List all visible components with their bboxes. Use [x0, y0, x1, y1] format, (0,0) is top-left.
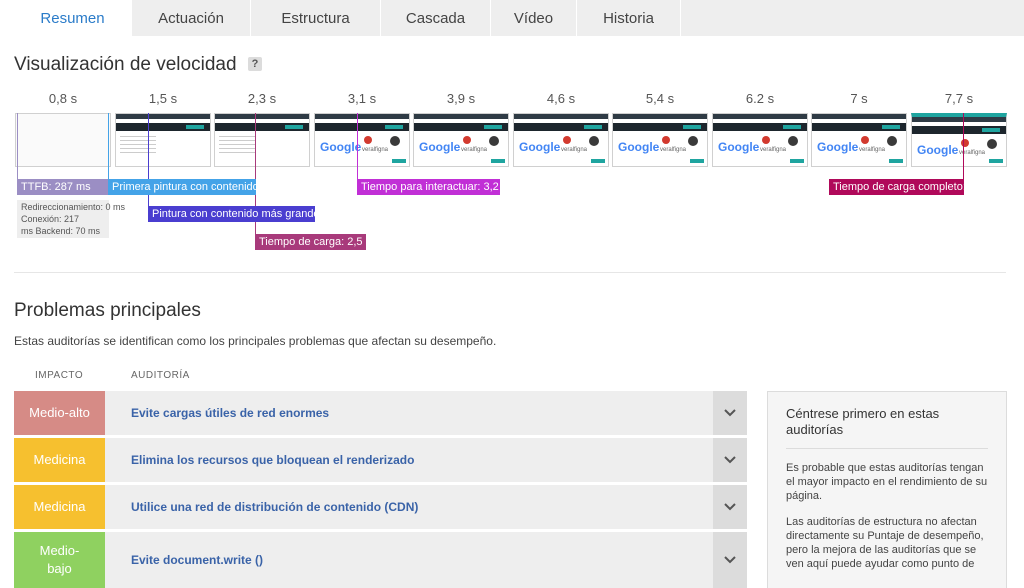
- frame-site-text: veralfigna: [561, 147, 588, 153]
- filmstrip-frame[interactable]: [15, 113, 111, 167]
- largest-paint-label: Pintura con contenido más grande: 1,9 s: [148, 206, 315, 222]
- tab-actuacion[interactable]: Actuación: [132, 0, 251, 36]
- impact-column-header: IMPACTO: [35, 370, 84, 381]
- interactive-label: Tiempo para interactuar: 3,2 s: [357, 179, 500, 195]
- speed-visualization-title: Visualización de velocidad: [14, 54, 237, 75]
- first-paint-marker-line: [108, 113, 109, 179]
- frame-google-text: Google: [817, 140, 859, 154]
- tab-estructura[interactable]: Estructura: [251, 0, 381, 36]
- tab-historia[interactable]: Historia: [577, 0, 681, 36]
- audit-row[interactable]: Medicina Elimina los recursos que bloque…: [14, 438, 747, 482]
- interactive-marker-line: [357, 113, 358, 179]
- frame-google-text: Google: [917, 143, 959, 157]
- wordpress-icon: [887, 136, 897, 146]
- section-divider: [14, 272, 1006, 273]
- audit-title[interactable]: Utilice una red de distribución de conte…: [105, 500, 713, 514]
- ttfb-marker-line: [17, 113, 18, 179]
- chevron-down-icon: [724, 456, 736, 464]
- timeline-time-label: 3,1 s: [347, 91, 377, 106]
- filmstrip-frame[interactable]: Google veralfigna: [513, 113, 609, 167]
- audit-row[interactable]: Medicina Utilice una red de distribución…: [14, 485, 747, 529]
- ttfb-details: Redireccionamiento: 0 ms Conexión: 217 m…: [17, 200, 126, 238]
- filmstrip-frame[interactable]: Google veralfigna: [413, 113, 509, 167]
- frame-site-text: veralfigna: [760, 147, 787, 153]
- fully-loaded-label: Tiempo de carga completo: 7,9 s: [829, 179, 964, 195]
- map-pin-icon: [662, 136, 670, 144]
- expand-button[interactable]: [713, 391, 747, 435]
- ttfb-label: TTFB: 287 ms: [17, 179, 109, 195]
- frame-site-text: veralfigna: [859, 147, 886, 153]
- chevron-down-icon: [724, 556, 736, 564]
- frame-site-text: veralfigna: [461, 147, 488, 153]
- timeline-time-label: 0,8 s: [48, 91, 78, 106]
- timeline-time-label: 1,5 s: [148, 91, 178, 106]
- map-pin-icon: [364, 136, 372, 144]
- timeline-time-label: 5,4 s: [645, 91, 675, 106]
- focus-audits-paragraph-2: Las auditorías de estructura no afectan …: [786, 516, 984, 570]
- impact-badge: Medicina: [14, 438, 105, 482]
- load-time-label: Tiempo de carga: 2,5 s: [255, 234, 366, 250]
- first-paint-label: Primera pintura con contenido: 1,5 s: [108, 179, 256, 195]
- chevron-down-icon: [724, 409, 736, 417]
- wordpress-icon: [390, 136, 400, 146]
- wordpress-icon: [987, 139, 997, 149]
- expand-button[interactable]: [713, 438, 747, 482]
- timeline-time-label: 6.2 s: [745, 91, 775, 106]
- impact-badge: Medio-alto: [14, 391, 105, 435]
- fully-loaded-marker-line: [963, 113, 964, 179]
- timeline-time-label: 2,3 s: [247, 91, 277, 106]
- focus-audits-paragraph-1: Es probable que estas auditorías tengan …: [786, 462, 988, 502]
- frame-google-text: Google: [419, 140, 461, 154]
- audit-title[interactable]: Evite document.write (): [105, 553, 713, 567]
- timeline-time-label: 4,6 s: [546, 91, 576, 106]
- filmstrip-frame[interactable]: [115, 113, 211, 167]
- problems-description: Estas auditorías se identifican como los…: [14, 334, 497, 348]
- audit-row[interactable]: Medio-bajo Evite document.write (): [14, 532, 747, 588]
- audit-title[interactable]: Evite cargas útiles de red enormes: [105, 406, 713, 420]
- tab-bar: Resumen Actuación Estructura Cascada Víd…: [14, 0, 681, 36]
- tab-video[interactable]: Vídeo: [491, 0, 577, 36]
- map-pin-icon: [463, 136, 471, 144]
- frame-google-text: Google: [618, 140, 660, 154]
- map-pin-icon: [762, 136, 770, 144]
- focus-audits-title: Céntrese primero en estas auditorías: [786, 406, 988, 449]
- wordpress-icon: [688, 136, 698, 146]
- filmstrip-frame[interactable]: Google veralfigna: [612, 113, 708, 167]
- filmstrip-frame[interactable]: Google veralfigna: [712, 113, 808, 167]
- ttfb-redirect: Redireccionamiento: 0 ms: [21, 202, 126, 212]
- timeline-time-label: 7 s: [850, 91, 868, 106]
- frame-site-text: veralfigna: [362, 147, 389, 153]
- filmstrip-frame[interactable]: Google veralfigna: [911, 113, 1007, 167]
- impact-badge: Medicina: [14, 485, 105, 529]
- expand-button[interactable]: [713, 485, 747, 529]
- wordpress-icon: [589, 136, 599, 146]
- chevron-down-icon: [724, 503, 736, 511]
- audit-column-header: AUDITORÍA: [131, 370, 190, 381]
- audit-title[interactable]: Elimina los recursos que bloquean el ren…: [105, 453, 713, 467]
- tab-resumen[interactable]: Resumen: [14, 0, 132, 36]
- problems-title: Problemas principales: [14, 300, 201, 321]
- focus-audits-panel: Céntrese primero en estas auditorías Es …: [767, 391, 1007, 588]
- map-pin-icon: [563, 136, 571, 144]
- filmstrip-frame[interactable]: Google veralfigna: [314, 113, 410, 167]
- filmstrip-frame[interactable]: Google veralfigna: [811, 113, 907, 167]
- timeline-time-label: 7,7 s: [944, 91, 974, 106]
- ttfb-connection: Conexión: 217: [21, 214, 80, 224]
- frame-google-text: Google: [718, 140, 760, 154]
- tab-cascada[interactable]: Cascada: [381, 0, 491, 36]
- expand-button[interactable]: [713, 532, 747, 588]
- impact-badge: Medio-bajo: [14, 532, 105, 588]
- map-pin-icon: [861, 136, 869, 144]
- help-icon[interactable]: ?: [248, 57, 262, 71]
- timeline-time-label: 3,9 s: [446, 91, 476, 106]
- frame-google-text: Google: [519, 140, 561, 154]
- frame-site-text: veralfigna: [660, 147, 687, 153]
- audit-row[interactable]: Medio-alto Evite cargas útiles de red en…: [14, 391, 747, 435]
- tab-bar-filler: [681, 0, 1024, 36]
- wordpress-icon: [788, 136, 798, 146]
- ttfb-backend: ms Backend: 70 ms: [21, 226, 101, 236]
- frame-google-text: Google: [320, 140, 362, 154]
- filmstrip-frame[interactable]: [214, 113, 310, 167]
- wordpress-icon: [489, 136, 499, 146]
